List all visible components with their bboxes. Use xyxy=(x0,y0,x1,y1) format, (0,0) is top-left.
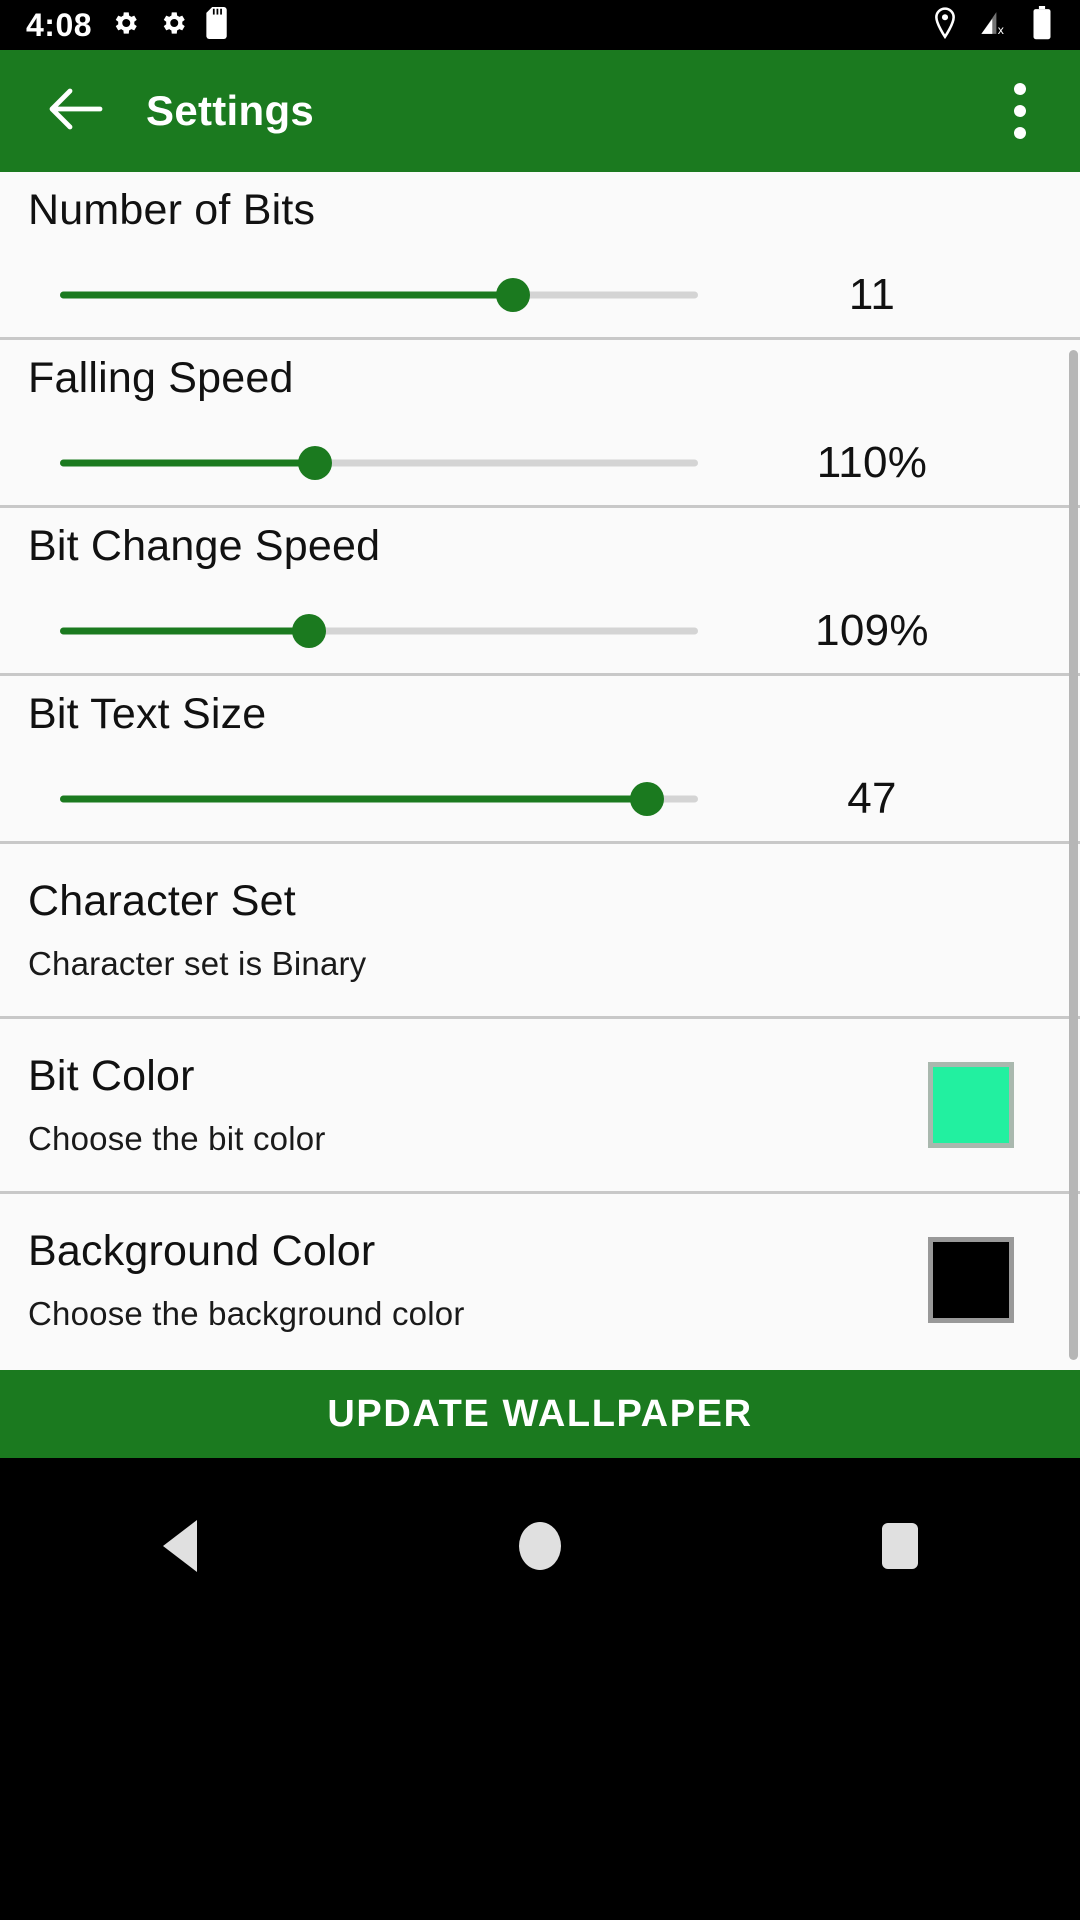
setting-row-background-color[interactable]: Background Color Choose the background c… xyxy=(0,1194,1080,1366)
setting-texts: Bit Color Choose the bit color xyxy=(28,1052,326,1157)
gear-icon xyxy=(110,8,140,43)
page-title: Settings xyxy=(146,87,315,134)
slider-thumb[interactable] xyxy=(291,614,326,648)
back-triangle-icon xyxy=(163,1520,197,1572)
setting-row-number-of-bits[interactable]: Number of Bits 11 xyxy=(0,172,1080,337)
nav-recents-button[interactable] xyxy=(810,1506,990,1586)
status-bar-left: 4:08 xyxy=(0,6,230,44)
nav-back-button[interactable] xyxy=(90,1506,270,1586)
setting-title: Bit Change Speed xyxy=(28,522,381,570)
overflow-menu-button[interactable] xyxy=(1004,73,1036,149)
slider-value: 109% xyxy=(815,606,929,655)
setting-row-falling-speed[interactable]: Falling Speed 110% xyxy=(0,340,1080,505)
slider-bit-text-size[interactable] xyxy=(60,781,698,817)
slider-fill xyxy=(60,459,316,467)
svg-text:x: x xyxy=(998,22,1004,36)
status-bar-right: x xyxy=(932,5,1080,45)
signal-no-service-icon: x xyxy=(980,8,1010,43)
location-pin-icon xyxy=(932,6,958,44)
phone-screen: 4:08 x Settings Number of Bits 11 Fallin… xyxy=(0,0,1080,1920)
more-vertical-icon xyxy=(1014,83,1026,95)
update-wallpaper-button[interactable]: UPDATE WALLPAPER xyxy=(0,1370,1080,1458)
slider-value: 11 xyxy=(848,270,896,319)
background-color-swatch[interactable] xyxy=(928,1237,1014,1323)
sd-card-icon xyxy=(206,6,230,44)
slider-line: 47 xyxy=(28,774,1052,824)
setting-subtitle: Choose the bit color xyxy=(28,1120,326,1157)
system-navigation-bar xyxy=(0,1458,1080,1920)
slider-falling-speed[interactable] xyxy=(60,445,698,481)
setting-title: Background Color xyxy=(28,1227,376,1275)
app-bar: Settings xyxy=(0,50,1080,172)
more-vertical-icon xyxy=(1014,105,1026,117)
more-vertical-icon xyxy=(1014,127,1026,139)
gear-icon xyxy=(158,8,188,43)
slider-fill xyxy=(60,627,309,635)
setting-row-character-set[interactable]: Character Set Character set is Binary xyxy=(0,844,1080,1016)
slider-fill xyxy=(60,795,647,803)
slider-line: 109% xyxy=(28,606,1052,656)
slider-bit-change-speed[interactable] xyxy=(60,613,698,649)
slider-thumb[interactable] xyxy=(495,278,530,312)
status-bar: 4:08 x xyxy=(0,0,1080,50)
setting-title: Falling Speed xyxy=(28,354,294,402)
back-arrow-icon xyxy=(48,87,104,136)
setting-subtitle: Choose the background color xyxy=(28,1295,465,1332)
bit-color-swatch[interactable] xyxy=(928,1062,1014,1148)
slider-value: 110% xyxy=(816,438,928,487)
home-circle-icon xyxy=(519,1522,561,1570)
slider-fill xyxy=(60,291,513,299)
nav-home-button[interactable] xyxy=(450,1506,630,1586)
setting-subtitle: Character set is Binary xyxy=(28,945,367,982)
slider-thumb[interactable] xyxy=(629,782,664,816)
slider-thumb[interactable] xyxy=(298,446,333,480)
settings-list[interactable]: Number of Bits 11 Falling Speed 110% Bit… xyxy=(0,172,1080,1370)
battery-full-icon xyxy=(1032,5,1052,45)
slider-value: 47 xyxy=(847,774,897,823)
slider-line: 11 xyxy=(28,270,1052,320)
setting-title: Bit Color xyxy=(28,1052,195,1100)
setting-title: Number of Bits xyxy=(28,186,316,234)
setting-title: Bit Text Size xyxy=(28,690,267,738)
setting-title: Character Set xyxy=(28,877,296,925)
back-button[interactable] xyxy=(28,87,124,136)
recents-square-icon xyxy=(882,1523,918,1569)
slider-number-of-bits[interactable] xyxy=(60,277,698,313)
setting-row-bit-color[interactable]: Bit Color Choose the bit color xyxy=(0,1019,1080,1191)
list-scrollbar[interactable] xyxy=(1069,350,1078,1360)
slider-line: 110% xyxy=(28,438,1052,488)
setting-texts: Background Color Choose the background c… xyxy=(28,1227,465,1332)
setting-row-bit-change-speed[interactable]: Bit Change Speed 109% xyxy=(0,508,1080,673)
status-bar-clock: 4:08 xyxy=(26,7,93,43)
setting-row-bit-text-size[interactable]: Bit Text Size 47 xyxy=(0,676,1080,841)
